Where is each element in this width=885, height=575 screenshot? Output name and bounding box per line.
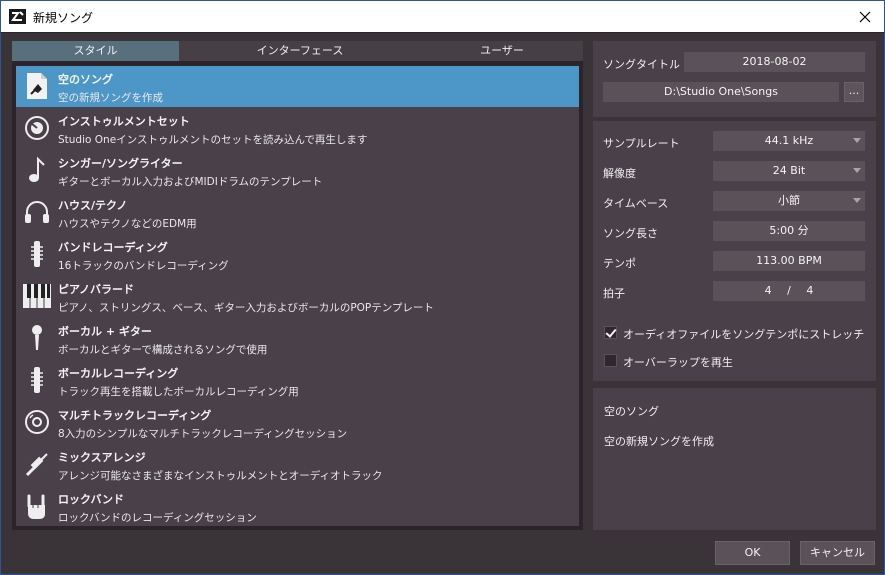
template-desc: ロックバンドのレコーディングセッション [58,512,257,524]
timebase-value: 小節 [778,194,800,207]
headphones-icon [22,197,52,227]
template-tabs: スタイル インターフェース ユーザー [12,41,583,61]
mixer-icon [22,239,52,269]
template-desc: アレンジ可能なさまざまなインストゥルメントとオーディオトラック [58,470,383,482]
template-name: バンドレコーディング [58,241,168,254]
timebase-label: タイムベース [603,197,669,210]
piano-keys-icon [22,281,52,311]
song-title-panel: ソングタイトル 2018-08-02 D:\Studio One\Songs .… [593,41,876,117]
disc-icon [22,407,52,437]
song-path-input[interactable]: D:\Studio One\Songs [603,82,839,102]
template-desc: ハウスやテクノなどのEDM用 [58,218,197,230]
list-item-multitrack-recording[interactable]: マルチトラックレコーディング 8入力のシンプルなマルチトラックレコーディングセッ… [16,402,579,443]
microphone-icon [22,323,52,353]
song-title-label: ソングタイトル [603,58,680,71]
dial-icon [22,113,52,143]
window-titlebar: 新規ソング [0,0,885,32]
list-item-house-techno[interactable]: ハウス/テクノ ハウスやテクノなどのEDM用 [16,192,579,233]
sample-rate-select[interactable]: 44.1 kHz [713,131,865,151]
window-title: 新規ソング [33,11,94,25]
template-info-panel: 空のソング 空の新規ソングを作成 [593,388,876,530]
template-name: ボーカル + ギター [58,325,152,338]
list-item-mix-arrange[interactable]: ミックスアレンジ アレンジ可能なさまざまなインストゥルメントとオーディオトラック [16,444,579,485]
list-item-vocal-guitar[interactable]: ボーカル + ギター ボーカルとギターで構成されるソングで使用 [16,318,579,359]
list-item-rock-band[interactable]: ロックバンド ロックバンドのレコーディングセッション [16,486,579,527]
info-title: 空のソング [604,405,659,418]
template-name: 空のソング [58,73,113,86]
chevron-down-icon [853,168,861,173]
song-length-input[interactable]: 5:00 分 [713,221,865,241]
time-signature-separator: / [787,284,791,297]
sample-rate-value: 44.1 kHz [764,134,814,147]
template-name: インストゥルメントセット [58,115,190,128]
time-signature-label: 拍子 [603,287,625,300]
stretch-label: オーディオファイルをソングテンポにストレッチ [623,328,865,341]
template-name: ロックバンド [58,493,124,506]
overlap-label: オーバーラップを再生 [623,356,733,369]
song-length-label: ソング長さ [603,227,658,240]
mixer-icon [22,365,52,395]
tempo-label: テンポ [603,257,636,270]
template-desc: 8入力のシンプルなマルチトラックレコーディングセッション [58,428,348,440]
resolution-label: 解像度 [603,167,636,180]
list-item-band-recording[interactable]: バンドレコーディング 16トラックのバンドレコーディング [16,234,579,275]
template-desc: Studio Oneインストゥルメントのセットを読み込んで再生します [58,134,368,146]
template-name: ミックスアレンジ [58,451,146,464]
new-song-dialog: スタイル インターフェース ユーザー 空のソング 空の新規ソングを作成 インスト… [0,32,885,575]
template-desc: ピアノ、ストリングス、ベース、ギター入力およびボーカルのPOPテンプレート [58,302,434,314]
template-desc: ギターとボーカル入力およびMIDIドラムのテンプレート [58,176,323,188]
template-name: ピアノバラード [58,283,135,296]
list-item-vocal-recording[interactable]: ボーカルレコーディング トラック再生を搭載したボーカルレコーディング用 [16,360,579,401]
tab-interface[interactable]: インターフェース [179,41,421,61]
overlap-checkbox[interactable] [604,354,617,367]
list-item-instrument-set[interactable]: インストゥルメントセット Studio Oneインストゥルメントのセットを読み込… [16,108,579,149]
ok-button[interactable]: OK [715,541,790,565]
time-signature-numerator[interactable]: 4 [765,284,772,297]
time-signature-denominator[interactable]: 4 [806,284,813,297]
chevron-down-icon [853,138,861,143]
list-item-blank-song[interactable]: 空のソング 空の新規ソングを作成 [16,66,579,107]
song-title-input[interactable]: 2018-08-02 [684,52,865,72]
template-desc: ボーカルとギターで構成されるソングで使用 [58,344,268,356]
template-desc: 16トラックのバンドレコーディング [58,260,229,272]
song-settings-panel: サンプルレート 44.1 kHz 解像度 24 Bit タイムベース 小節 ソン… [593,121,876,381]
resolution-select[interactable]: 24 Bit [713,161,865,181]
stretch-checkbox[interactable] [604,326,617,339]
cancel-button[interactable]: キャンセル [800,541,875,565]
info-description: 空の新規ソングを作成 [604,435,714,448]
resolution-value: 24 Bit [772,164,806,177]
timebase-select[interactable]: 小節 [713,191,865,211]
chevron-down-icon [853,198,861,203]
template-desc: 空の新規ソングを作成 [58,92,163,104]
template-panel: スタイル インターフェース ユーザー 空のソング 空の新規ソングを作成 インスト… [12,41,583,530]
template-name: マルチトラックレコーディング [58,409,212,422]
template-list: 空のソング 空の新規ソングを作成 インストゥルメントセット Studio One… [16,66,579,526]
tab-style[interactable]: スタイル [12,41,179,61]
template-name: ハウス/テクノ [58,199,128,212]
template-desc: トラック再生を搭載したボーカルレコーディング用 [58,386,299,398]
blank-song-icon [22,71,52,101]
list-item-singer-songwriter[interactable]: シンガー/ソングライター ギターとボーカル入力およびMIDIドラムのテンプレート [16,150,579,191]
music-note-icon [22,155,52,185]
tempo-input[interactable]: 113.00 BPM [713,251,865,271]
close-icon[interactable] [852,4,878,30]
studio-one-logo-icon [9,9,26,24]
template-name: シンガー/ソングライター [58,157,183,170]
browse-button[interactable]: ... [844,82,864,102]
sample-rate-label: サンプルレート [603,137,680,150]
tab-user[interactable]: ユーザー [421,41,583,61]
time-signature-input[interactable]: 4 / 4 [713,281,865,301]
template-name: ボーカルレコーディング [58,367,179,380]
list-item-piano-ballad[interactable]: ピアノバラード ピアノ、ストリングス、ベース、ギター入力およびボーカルのPOPテ… [16,276,579,317]
cable-plug-icon [22,449,52,479]
rock-hand-icon [22,491,52,521]
